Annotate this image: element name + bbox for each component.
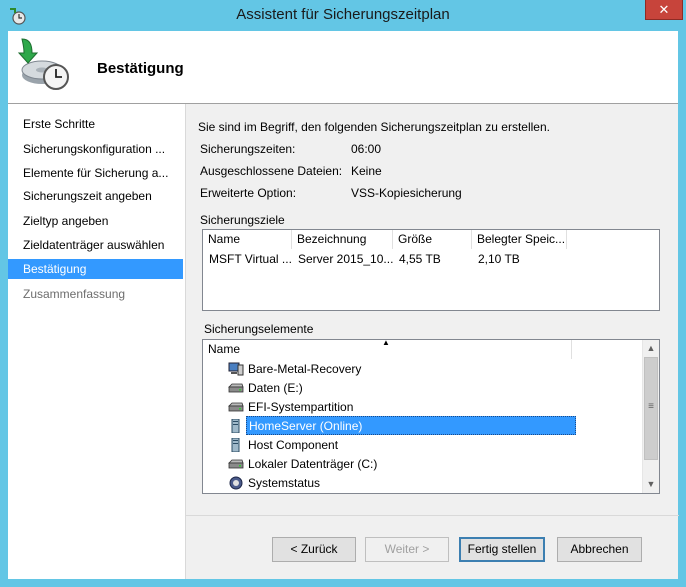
cancel-button[interactable]: Abbrechen xyxy=(557,537,642,562)
targets-heading: Sicherungsziele xyxy=(200,213,285,227)
drive-icon xyxy=(228,459,244,469)
targets-list[interactable]: Name Bezeichnung Größe Belegter Speic...… xyxy=(202,229,660,311)
targets-cell-name[interactable]: MSFT Virtual ... xyxy=(209,252,292,266)
server-icon xyxy=(231,419,240,433)
targets-col-groesse[interactable]: Größe xyxy=(393,230,472,249)
tree-item-label: Bare-Metal-Recovery xyxy=(248,362,362,376)
server-icon xyxy=(231,438,240,452)
tree-item-label: HomeServer (Online) xyxy=(246,416,576,435)
targets-cell-groesse[interactable]: 4,55 TB xyxy=(399,252,441,266)
tree-item-label: Daten (E:) xyxy=(248,381,303,395)
wizard-header: Bestätigung xyxy=(8,31,678,104)
step-sicherungszeit[interactable]: Sicherungszeit angeben xyxy=(8,186,183,206)
elements-heading: Sicherungselemente xyxy=(204,322,314,336)
elements-tree[interactable]: Name ▲ Bare-Metal-Recovery Daten (E:) EF… xyxy=(202,338,660,494)
property-value-times: 06:00 xyxy=(351,142,382,156)
tree-item-label: Host Component xyxy=(248,438,339,452)
property-value-advanced: VSS-Kopiesicherung xyxy=(351,186,462,200)
sort-ascending-icon: ▲ xyxy=(382,338,390,347)
tree-item-label: EFI-Systempartition xyxy=(248,400,354,414)
property-label-advanced: Erweiterte Option: xyxy=(200,186,297,200)
scroll-up-arrow-icon[interactable]: ▲ xyxy=(643,340,659,357)
targets-cell-bezeichnung[interactable]: Server 2015_10... xyxy=(298,252,393,266)
targets-col-bezeichnung[interactable]: Bezeichnung xyxy=(292,230,393,249)
computer-icon xyxy=(228,362,244,376)
title-bar: Assistent für Sicherungszeitplan ✕ xyxy=(0,0,686,32)
window-title: Assistent für Sicherungszeitplan xyxy=(236,6,450,23)
property-label-excluded: Ausgeschlossene Dateien: xyxy=(200,164,343,178)
intro-text: Sie sind im Begriff, den folgenden Siche… xyxy=(198,120,550,134)
step-zieltyp[interactable]: Zieltyp angeben xyxy=(8,211,183,231)
step-elemente-fuer-sicherung[interactable]: Elemente für Sicherung a... xyxy=(8,163,183,183)
tree-item-label: Lokaler Datenträger (C:) xyxy=(248,457,378,471)
targets-col-name[interactable]: Name xyxy=(203,230,292,249)
page-title: Bestätigung xyxy=(97,60,184,77)
step-bestaetigung[interactable]: Bestätigung xyxy=(8,259,183,279)
property-value-excluded: Keine xyxy=(351,164,382,178)
elements-col-name-label: Name xyxy=(208,342,241,356)
close-button[interactable]: ✕ xyxy=(645,0,683,20)
drive-icon xyxy=(228,383,244,393)
backup-clock-icon xyxy=(17,38,69,90)
next-button: Weiter > xyxy=(365,537,449,562)
wizard-client: Bestätigung Erste Schritte Sicherungskon… xyxy=(8,31,679,579)
targets-cell-belegt[interactable]: 2,10 TB xyxy=(478,252,520,266)
scroll-thumb[interactable]: ≡ xyxy=(644,357,658,460)
targets-col-belegt[interactable]: Belegter Speic... xyxy=(472,230,567,249)
tree-item-label: Systemstatus xyxy=(248,476,321,490)
property-label-times: Sicherungszeiten: xyxy=(200,142,296,156)
wizard-content: Sie sind im Begriff, den folgenden Siche… xyxy=(185,104,679,579)
footer-separator xyxy=(186,515,679,516)
elements-scrollbar[interactable]: ▲ ≡ ▼ xyxy=(642,340,659,493)
wizard-steps-sidebar: Erste Schritte Sicherungskonfiguration .… xyxy=(8,104,185,579)
finish-button[interactable]: Fertig stellen xyxy=(459,537,545,562)
step-zieldatentraeger[interactable]: Zieldatenträger auswählen xyxy=(8,235,183,255)
scroll-down-arrow-icon[interactable]: ▼ xyxy=(643,476,659,493)
back-button[interactable]: < Zurück xyxy=(272,537,356,562)
step-zusammenfassung: Zusammenfassung xyxy=(23,287,126,301)
drive-icon xyxy=(228,402,244,412)
step-erste-schritte[interactable]: Erste Schritte xyxy=(8,114,183,134)
grip-icon: ≡ xyxy=(648,401,654,412)
step-sicherungskonfiguration[interactable]: Sicherungskonfiguration ... xyxy=(8,139,183,159)
gear-icon xyxy=(229,476,243,490)
wizard-window: Assistent für Sicherungszeitplan ✕ Bestä… xyxy=(0,0,686,587)
